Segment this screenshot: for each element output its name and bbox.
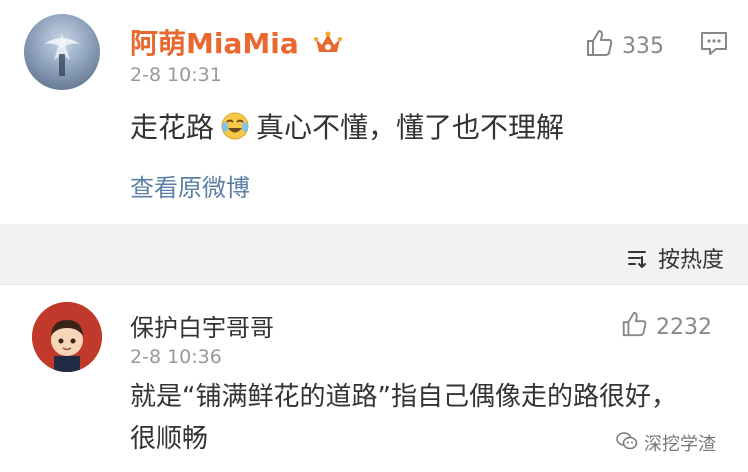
avatar-image	[44, 34, 80, 76]
comment-icon[interactable]	[700, 30, 728, 60]
sort-by-hot-button[interactable]: 按热度	[626, 242, 724, 274]
post-content: 走花路 真心不懂，懂了也不理解	[130, 106, 564, 146]
comment-like-count: 2232	[656, 314, 712, 340]
comment-username[interactable]: 保护白宇哥哥	[130, 308, 274, 343]
wechat-icon	[616, 431, 638, 455]
post-username-text[interactable]: 阿萌MiaMia	[130, 27, 299, 60]
divider	[0, 284, 748, 285]
comment-content: 就是“铺满鲜花的道路”指自己偶像走的路很好，很顺畅	[130, 382, 677, 454]
post-like-count: 335	[622, 33, 664, 59]
post-content-part2: 真心不懂，懂了也不理解	[256, 111, 565, 144]
post-time: 2-8 10:31	[130, 64, 222, 86]
laughing-crying-emoji	[220, 111, 250, 141]
crown-icon	[314, 29, 343, 62]
post-content-part1: 走花路	[130, 111, 215, 144]
view-original-link[interactable]: 查看原微博	[130, 168, 250, 203]
comment-like-button[interactable]: 2232	[620, 310, 712, 344]
sort-label: 按热度	[657, 248, 724, 273]
avatar[interactable]	[24, 14, 100, 90]
watermark-text: 深挖学渣	[644, 434, 716, 455]
thumbs-up-icon	[584, 28, 614, 64]
thumbs-up-icon	[620, 310, 648, 344]
comment-time: 2-8 10:36	[130, 346, 222, 368]
post-username[interactable]: 阿萌MiaMia	[130, 22, 343, 62]
watermark: 深挖学渣	[616, 430, 716, 456]
comment-avatar[interactable]	[32, 302, 102, 372]
avatar-image	[32, 302, 102, 372]
post-card: 阿萌MiaMia 2-8 10:31 走花路 真心不懂，懂了也不理解 查看原微博…	[0, 0, 748, 224]
sort-icon	[626, 247, 648, 269]
post-like-button[interactable]: 335	[584, 28, 664, 64]
